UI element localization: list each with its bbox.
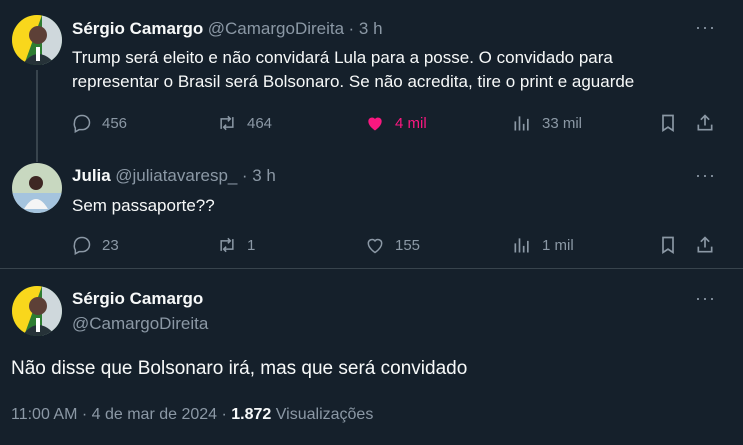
main-handle[interactable]: @CamargoDireita [72,314,208,334]
bookmark-icon [662,114,674,133]
tweet2-reply-count: 23 [102,236,119,254]
tweet1-reply-button[interactable]: 456 [72,113,127,133]
tweet1-views-count: 33 mil [542,114,583,132]
tweet2-views-count: 1 mil [542,236,574,254]
avatar-sergio[interactable] [12,15,62,65]
main-meta: 11:00 AM · 4 de mar de 2024 · 1.872 Visu… [11,406,373,424]
tweet1-author-name[interactable]: Sérgio Camargo [72,19,203,38]
reply-icon [73,114,91,133]
tweet1-share-button[interactable] [695,113,715,138]
avatar-sergio-main[interactable] [12,286,62,336]
share-icon [697,114,713,131]
analytics-icon [514,238,529,253]
tweet2-header: Julia @juliatavaresp_ · 3 h [72,166,276,186]
analytics-icon [514,116,529,131]
tweet2-share-button[interactable] [695,235,715,260]
thread-line [36,70,38,162]
tweet1-bookmark-button[interactable] [658,113,678,138]
tweet1-like-count: 4 mil [395,114,427,132]
tweet1-retweet-count: 464 [247,114,273,132]
main-tweet-text: Não disse que Bolsonaro irá, mas que ser… [11,358,468,379]
tweet1-header: Sérgio Camargo @CamargoDireita · 3 h [72,19,383,39]
tweet1-more-icon[interactable]: ··· [695,17,716,38]
tweet1-retweet-button[interactable]: 464 [217,113,272,133]
heart-filled-icon [368,117,382,131]
tweet2-bookmark-button[interactable] [658,235,678,260]
tweet2-like-button[interactable]: 155 [365,235,420,255]
tweet2-author-name[interactable]: Julia [72,166,111,185]
tweet2-time[interactable]: · 3 h [242,166,276,185]
tweet2-retweet-button[interactable]: 1 [217,235,255,255]
tweet1-text: Trump será eleito e não convidará Lula p… [72,46,634,94]
tweet1-like-button[interactable]: 4 mil [365,113,427,133]
tweet1-time[interactable]: · 3 h [349,19,383,38]
retweet-icon [220,237,234,253]
tweet2-like-count: 155 [395,236,421,254]
tweet2-retweet-count: 1 [247,236,256,254]
avatar-image [12,286,62,336]
share-icon [697,236,713,253]
bookmark-icon [662,236,674,255]
divider [0,268,743,269]
avatar-image [12,15,62,65]
avatar-julia[interactable] [12,163,62,213]
heart-icon [367,238,383,254]
main-views-count: 1.872 [231,406,272,423]
avatar-image [12,163,62,213]
tweet1-reply-count: 456 [102,114,128,132]
reply-icon [73,236,91,255]
tweet1-text-line2: representar o Brasil será Bolsonaro. Se … [72,72,635,91]
retweet-icon [220,115,234,131]
tweet2-handle[interactable]: @juliatavaresp_ [115,166,237,185]
tweet2-text: Sem passaporte?? [72,196,215,215]
main-views-label: Visualizações [275,406,374,423]
main-timestamp[interactable]: 11:00 AM · 4 de mar de 2024 · [11,406,227,423]
main-author-name[interactable]: Sérgio Camargo [72,289,203,309]
tweet1-views-button[interactable]: 33 mil [512,113,582,133]
tweet1-text-line1: Trump será eleito e não convidará Lula p… [72,48,613,67]
tweet2-views-button[interactable]: 1 mil [512,235,574,255]
tweet1-handle[interactable]: @CamargoDireita [208,19,344,38]
main-more-icon[interactable]: ··· [695,288,716,309]
tweet2-reply-button[interactable]: 23 [72,235,119,255]
tweet2-more-icon[interactable]: ··· [695,165,716,186]
